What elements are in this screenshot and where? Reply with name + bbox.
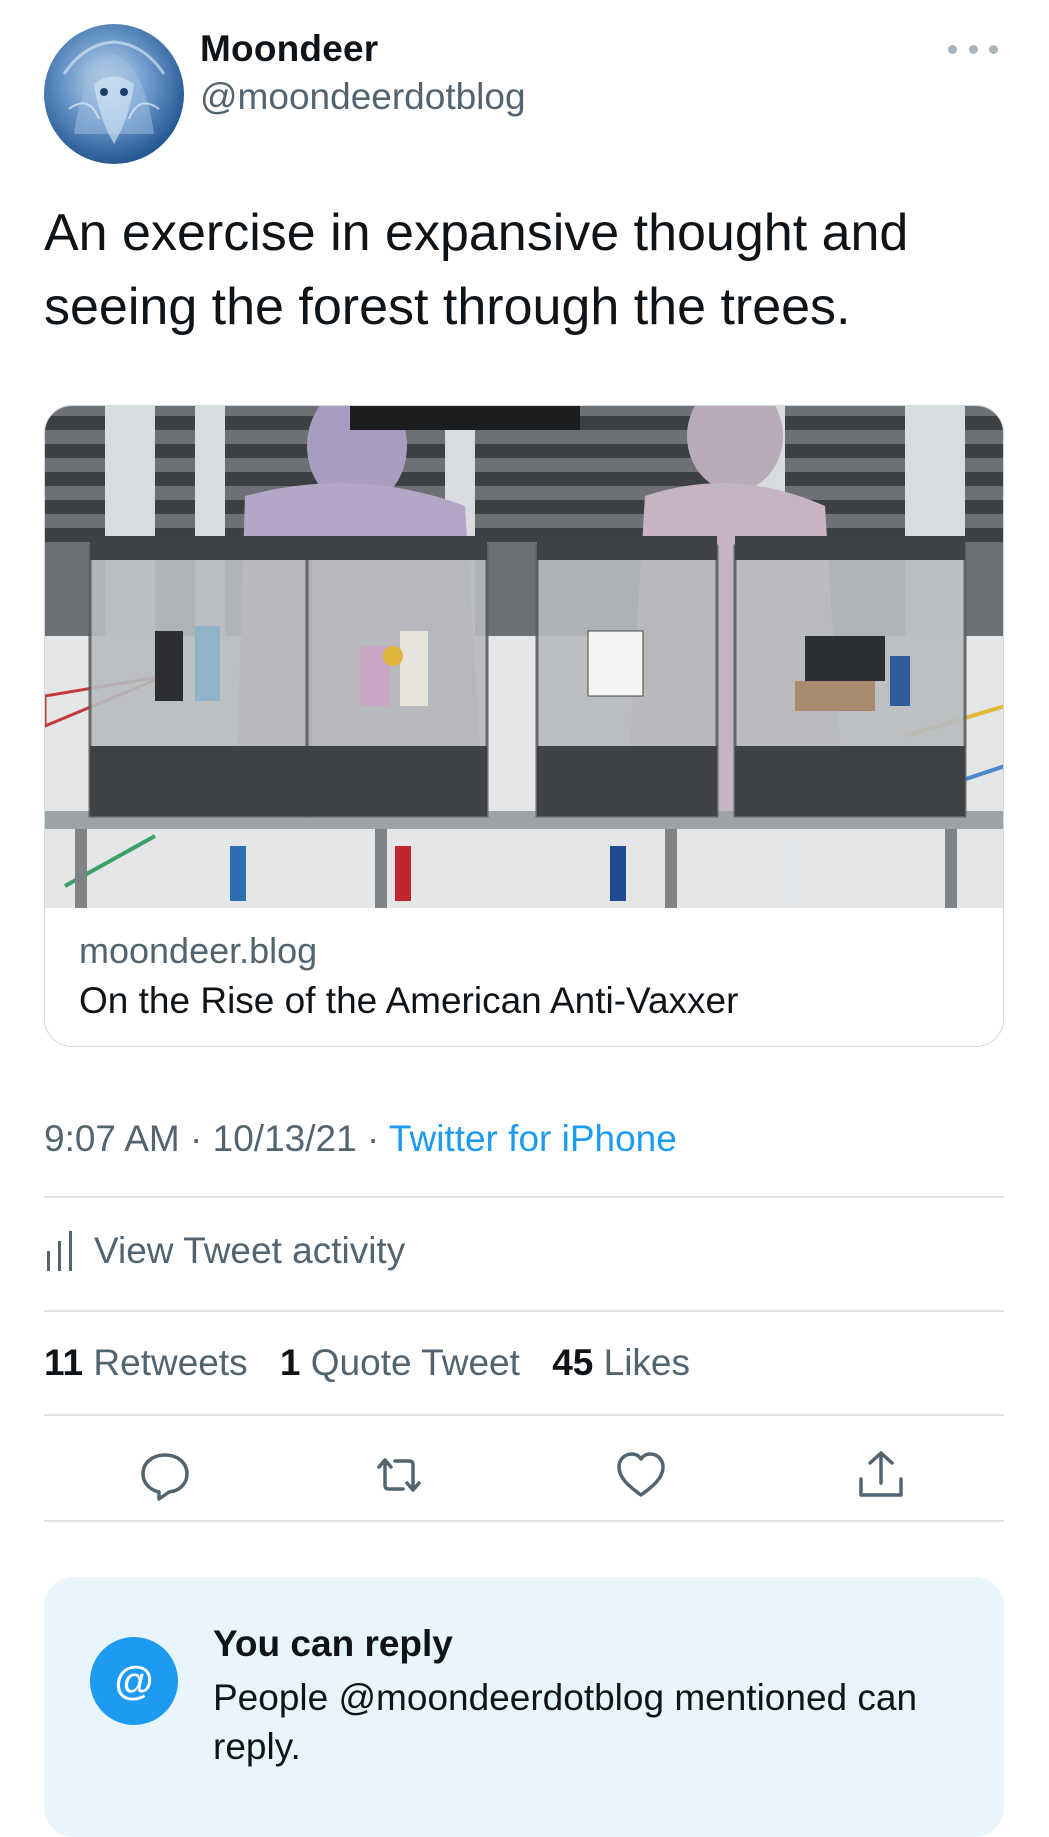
reply-restriction-notice: @ You can reply People @moondeerdotblog … — [44, 1577, 1004, 1837]
like-icon — [617, 1452, 665, 1497]
divider — [44, 1520, 1004, 1522]
tweet-meta: 9:07 AM · 10/13/21 · Twitter for iPhone — [44, 1118, 677, 1160]
reply-button[interactable] — [130, 1440, 200, 1510]
avatar[interactable] — [44, 24, 184, 164]
link-card-domain: moondeer.blog — [79, 930, 318, 971]
reply-icon — [141, 1453, 189, 1501]
retweet-button[interactable] — [364, 1440, 434, 1510]
link-card-image — [45, 406, 1003, 908]
tweet-source-link[interactable]: Twitter for iPhone — [389, 1118, 677, 1159]
tweet-date: 10/13/21 — [212, 1118, 357, 1159]
avatar-artwork — [62, 40, 166, 144]
meta-separator-2: · — [366, 1118, 380, 1159]
share-icon — [859, 1451, 903, 1497]
author-name[interactable]: Moondeer — [200, 28, 378, 70]
likes-count: 45 — [552, 1342, 594, 1383]
more-options-icon[interactable] — [948, 32, 998, 66]
tweet-text: An exercise in expansive thought and see… — [44, 204, 909, 336]
reply-notice-title: You can reply — [213, 1623, 453, 1664]
likes-label: Likes — [603, 1342, 691, 1383]
retweets-label: Retweets — [93, 1342, 248, 1383]
tweet-time: 9:07 AM — [44, 1118, 180, 1159]
likes-stat[interactable]: 45 Likes — [552, 1342, 690, 1383]
share-button[interactable] — [846, 1440, 916, 1510]
analytics-icon — [47, 1231, 72, 1271]
meta-separator: · — [190, 1118, 203, 1159]
quote-tweets-count: 1 — [279, 1342, 301, 1383]
engagement-stats: 11 Retweets 1 Quote Tweet 45 Likes — [44, 1342, 712, 1384]
retweets-stat[interactable]: 11 Retweets — [44, 1342, 248, 1383]
divider — [44, 1310, 1004, 1312]
divider — [44, 1196, 1004, 1198]
view-tweet-activity-button[interactable]: View Tweet activity — [44, 1228, 405, 1274]
link-card[interactable]: moondeer.blog On the Rise of the America… — [44, 405, 1004, 1047]
view-tweet-activity-label: View Tweet activity — [94, 1230, 406, 1271]
divider — [44, 1414, 1004, 1416]
like-button[interactable] — [606, 1440, 676, 1510]
retweet-icon — [377, 1458, 421, 1492]
quote-tweets-label: Quote Tweet — [310, 1342, 520, 1383]
retweets-count: 11 — [44, 1342, 84, 1383]
author-handle[interactable]: @moondeerdotblog — [200, 76, 526, 118]
mention-icon: @ — [90, 1637, 178, 1725]
quote-tweets-stat[interactable]: 1 Quote Tweet — [280, 1342, 520, 1383]
reply-notice-description: People @moondeerdotblog mentioned can re… — [213, 1677, 918, 1767]
link-card-title: On the Rise of the American Anti-Vaxxer — [79, 980, 739, 1021]
